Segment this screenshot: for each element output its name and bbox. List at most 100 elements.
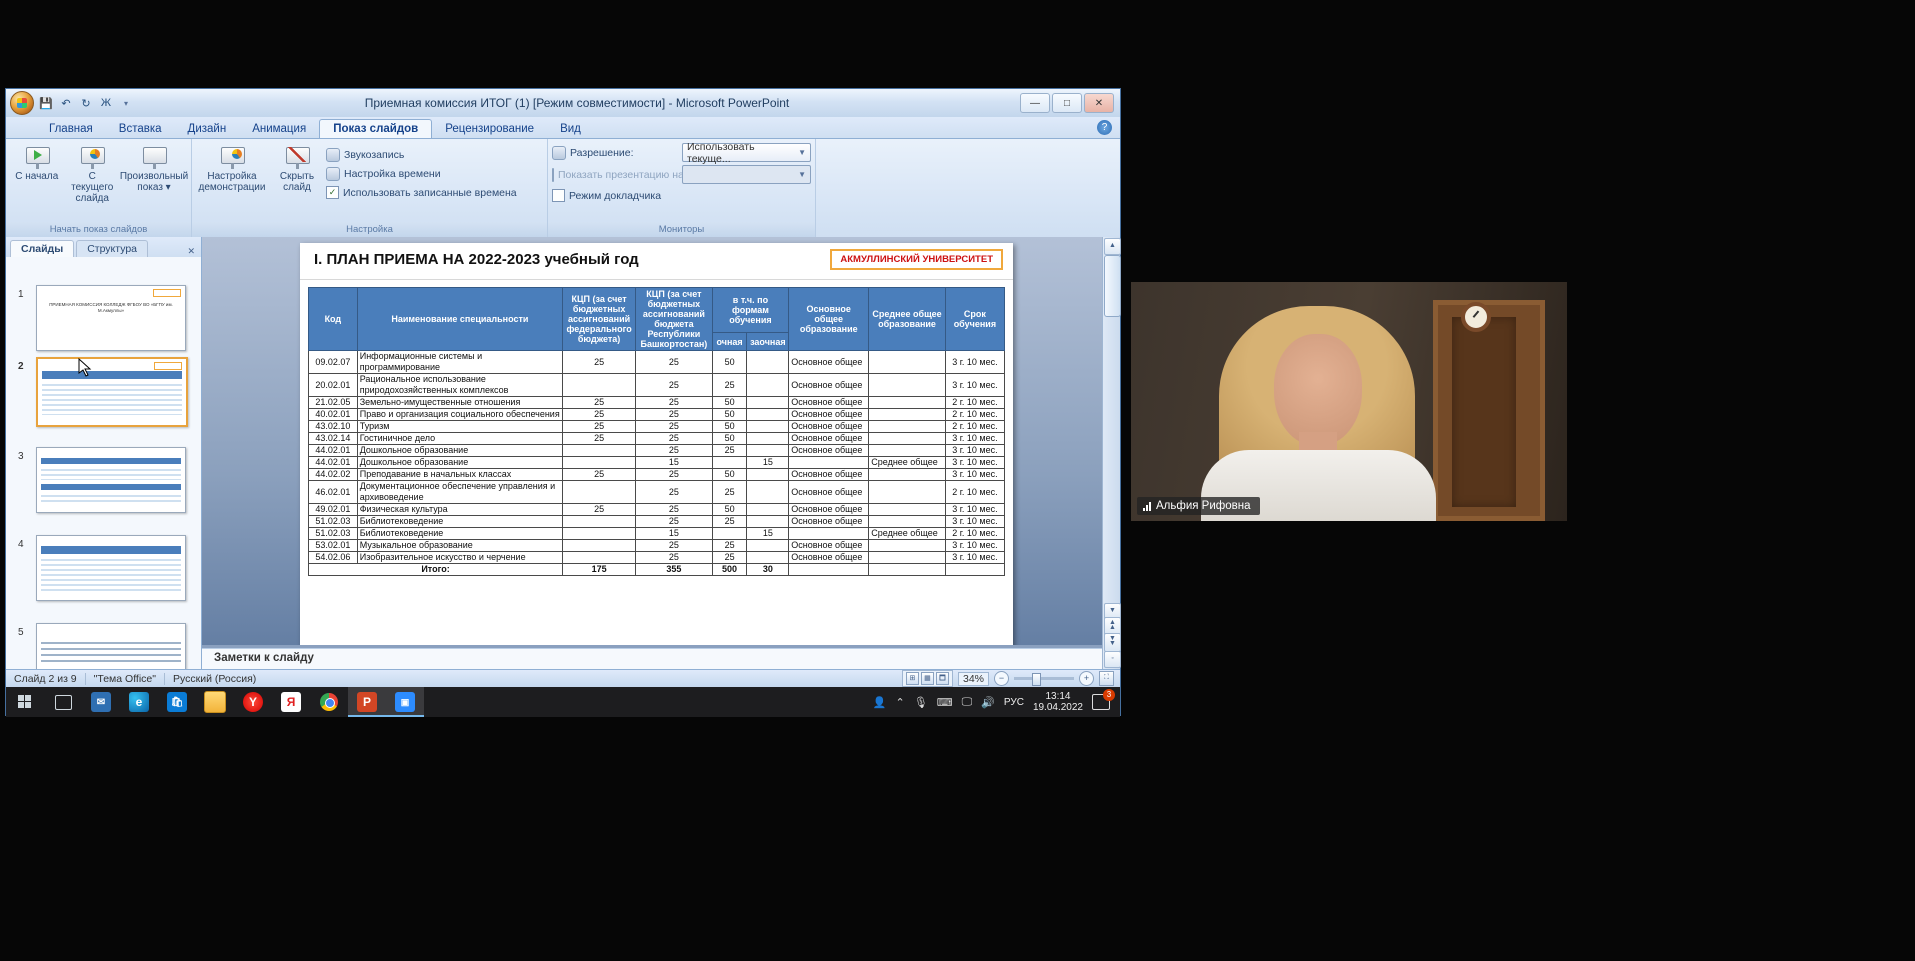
task-view-button[interactable] — [44, 687, 82, 717]
scrollbar-thumb[interactable] — [1104, 255, 1121, 317]
language-switch[interactable]: РУС — [1004, 697, 1024, 708]
tab-slides[interactable]: Слайды — [10, 240, 74, 257]
volume-icon[interactable]: 🔊 — [981, 696, 995, 709]
cell-term: 2 г. 10 мес. — [945, 528, 1004, 540]
cell-name: Изобразительное искусство и черчение — [357, 552, 562, 564]
office-logo-icon — [17, 98, 27, 108]
powerpoint-taskbar-icon[interactable]: P — [348, 687, 386, 717]
mail-app-icon[interactable]: ✉ — [82, 687, 120, 717]
notes-pane[interactable]: Заметки к слайду — [202, 648, 1102, 669]
taskbar-clock[interactable]: 13:14 19.04.2022 — [1033, 691, 1083, 713]
setup-show-button[interactable]: Настройка демонстрации — [196, 143, 268, 195]
video-meeting-icon[interactable]: ▣ — [386, 687, 424, 717]
cell-code: 43.02.14 — [309, 433, 358, 445]
resolution-dropdown[interactable]: Использовать текуще...▼ — [682, 143, 811, 162]
hide-slide-button[interactable]: Скрыть слайд — [270, 143, 324, 195]
cell-code: 44.02.01 — [309, 457, 358, 469]
cell-part-time — [747, 469, 789, 481]
people-icon[interactable]: 👤 — [873, 696, 887, 709]
customize-qat-icon[interactable]: ▾ — [118, 99, 134, 108]
scroll-up-icon[interactable]: ▲ — [1104, 238, 1121, 255]
cell-term: 3 г. 10 мес. — [945, 540, 1004, 552]
store-app-icon[interactable]: 🛍 — [158, 687, 196, 717]
zoom-slider-handle[interactable] — [1032, 673, 1041, 686]
help-icon[interactable]: ? — [1097, 120, 1112, 135]
tab-animatsiya[interactable]: Анимация — [239, 120, 319, 138]
chrome-icon[interactable] — [310, 687, 348, 717]
rehearse-timings-item[interactable]: Настройка времени — [326, 165, 517, 182]
vertical-scrollbar[interactable]: ▲ ▼ ▲▲ ▼▼ ◦ — [1102, 237, 1120, 669]
use-timings-checkbox[interactable]: ✓ Использовать записанные времена — [326, 184, 517, 201]
save-icon[interactable]: 💾 — [38, 97, 54, 110]
tab-outline[interactable]: Структура — [76, 240, 148, 257]
cell-fed: 25 — [563, 351, 636, 374]
hidden-icons-chevron[interactable]: ⌃ — [896, 696, 905, 709]
maximize-button[interactable]: □ — [1052, 93, 1082, 113]
from-beginning-button[interactable]: С начала — [10, 143, 64, 184]
bold-icon[interactable]: Ж — [98, 97, 114, 109]
tab-dizain[interactable]: Дизайн — [175, 120, 240, 138]
cell-name: Гостиничное дело — [357, 433, 562, 445]
tab-retsenzirovanie[interactable]: Рецензирование — [432, 120, 547, 138]
slide-sorter-icon[interactable]: ▦ — [921, 672, 934, 685]
network-icon[interactable]: 🖵 — [962, 696, 973, 709]
cell-full-time — [712, 528, 747, 540]
slide-thumbnail-5[interactable] — [36, 623, 186, 669]
cell-full-time: 50 — [712, 421, 747, 433]
edge-browser-icon[interactable]: e — [120, 687, 158, 717]
select-browse-object-icon[interactable]: ◦ — [1104, 651, 1121, 668]
slide-thumbnail-3[interactable] — [36, 447, 186, 513]
slide-thumbnail-4[interactable] — [36, 535, 186, 601]
from-beginning-icon — [24, 145, 50, 169]
normal-view-icon[interactable]: ⊞ — [906, 672, 919, 685]
yandex-browser-icon[interactable]: Y — [234, 687, 272, 717]
office-button[interactable] — [10, 91, 34, 115]
tab-vstavka[interactable]: Вставка — [106, 120, 175, 138]
cell-sred — [869, 421, 946, 433]
slide-thumbnail-1[interactable]: ПРИЕМНАЯ КОМИССИЯ КОЛЛЕДЖ ФГБОУ ВО «БГПУ… — [36, 285, 186, 351]
fit-to-window-icon[interactable]: ⛶ — [1099, 671, 1114, 686]
hide-slide-icon — [284, 145, 310, 169]
undo-icon[interactable]: ↶ — [58, 97, 74, 110]
notes-label: Заметки к слайду — [214, 652, 314, 664]
cell-fed — [563, 516, 636, 528]
custom-show-button[interactable]: Произвольный показ ▾ — [121, 143, 187, 195]
file-explorer-icon[interactable] — [196, 687, 234, 717]
next-slide-icon[interactable]: ▼▼ — [1104, 633, 1121, 652]
cell-rb: 25 — [636, 445, 713, 457]
close-button[interactable]: ✕ — [1084, 93, 1114, 113]
minimize-button[interactable]: — — [1020, 93, 1050, 113]
yandex-app-icon[interactable]: Я — [272, 687, 310, 717]
slide-thumbnail-2[interactable] — [36, 357, 188, 427]
cell-part-time — [747, 433, 789, 445]
total-osn — [789, 564, 869, 576]
tab-pokaz-slaidov[interactable]: Показ слайдов — [319, 119, 432, 138]
checkbox-checked-icon: ✓ — [326, 186, 339, 199]
record-narration-item[interactable]: Звукозапись — [326, 146, 517, 163]
clock-date: 19.04.2022 — [1033, 702, 1083, 713]
from-current-slide-button[interactable]: С текущего слайда — [66, 143, 120, 206]
zoom-out-icon[interactable]: − — [994, 671, 1009, 686]
current-slide[interactable]: I. ПЛАН ПРИЕМА НА 2022-2023 учебный год … — [300, 243, 1013, 647]
table-row: 44.02.01 Дошкольное образование 15 15 Ср… — [309, 457, 1005, 469]
presenter-mode-checkbox[interactable]: Режим докладчика — [552, 187, 661, 204]
mic-icon[interactable]: 🎙 — [914, 696, 928, 709]
notification-center-icon[interactable]: 3 — [1092, 694, 1110, 710]
tab-glavnaya[interactable]: Главная — [36, 120, 106, 138]
close-pane-icon[interactable]: ✕ — [187, 246, 195, 257]
cell-sred — [869, 374, 946, 397]
cell-fed — [563, 540, 636, 552]
webcam-video[interactable]: Альфия Рифовна — [1131, 282, 1567, 521]
start-button[interactable] — [6, 687, 44, 717]
zoom-in-icon[interactable]: + — [1079, 671, 1094, 686]
repeat-icon[interactable]: ↻ — [78, 97, 94, 110]
zoom-slider[interactable] — [1014, 677, 1074, 680]
cell-full-time — [712, 457, 747, 469]
keyboard-icon[interactable]: ⌨ — [937, 696, 953, 709]
thumbnail-list: 1 ПРИЕМНАЯ КОМИССИЯ КОЛЛЕДЖ ФГБОУ ВО «БГ… — [6, 257, 201, 669]
tab-vid[interactable]: Вид — [547, 120, 594, 138]
slideshow-view-icon[interactable]: 🗖 — [936, 672, 949, 685]
language-indicator[interactable]: Русский (Россия) — [165, 673, 264, 685]
cell-rb: 25 — [636, 374, 713, 397]
cell-term: 3 г. 10 мес. — [945, 457, 1004, 469]
